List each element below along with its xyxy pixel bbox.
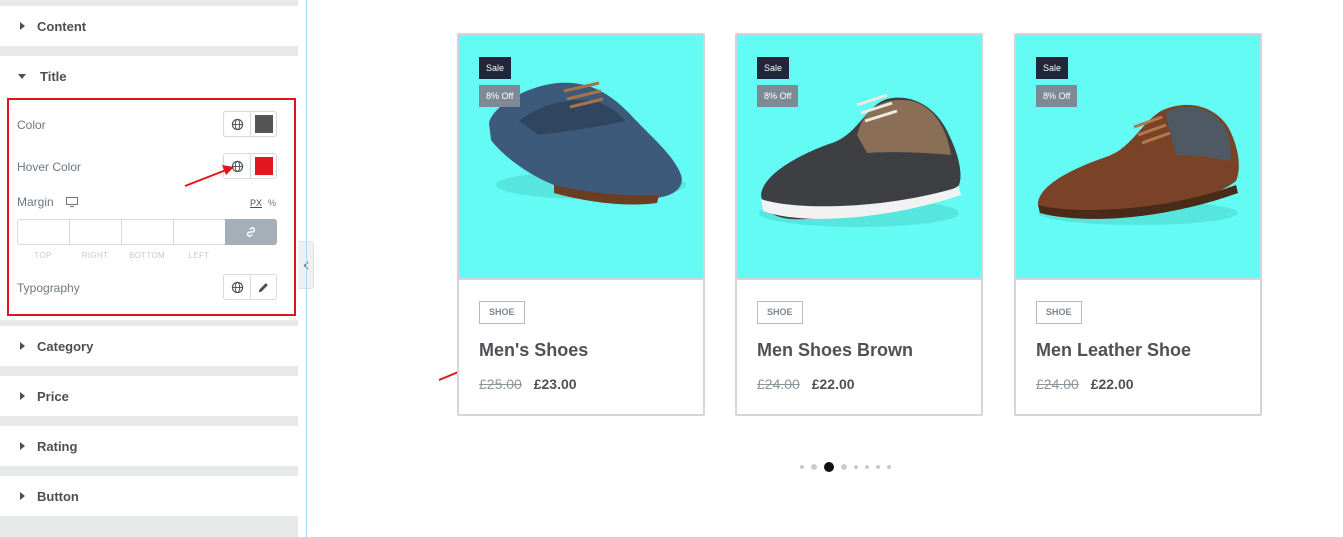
product-card[interactable]: Sale 8% Off SHOE Men Shoes Brown £24.00 … [735, 33, 983, 416]
old-price: £24.00 [757, 376, 800, 392]
product-title[interactable]: Men Shoes Brown [757, 340, 913, 361]
old-price: £25.00 [479, 376, 522, 392]
caret-right-icon [20, 392, 25, 400]
discount-badge: 8% Off [757, 85, 799, 107]
price-row: £25.00 £23.00 [479, 376, 577, 392]
carousel-dot[interactable] [811, 464, 817, 470]
section-label: Button [37, 488, 79, 504]
dim-label-right: RIGHT [81, 251, 109, 260]
hover-color-picker[interactable] [250, 154, 276, 178]
product-title[interactable]: Men's Shoes [479, 340, 588, 361]
color-swatch [254, 115, 273, 133]
current-price: £22.00 [811, 376, 855, 392]
pencil-icon [258, 282, 268, 292]
margin-left-input[interactable] [173, 219, 225, 245]
typography-control [223, 274, 277, 300]
caret-right-icon [20, 342, 25, 350]
carousel-dot[interactable] [854, 465, 858, 469]
desktop-icon[interactable] [66, 197, 78, 207]
sale-badge: Sale [479, 57, 512, 79]
caret-right-icon [20, 442, 25, 450]
page: Content Title Color Hover Color Margin P… [0, 0, 1343, 537]
section-category[interactable]: Category [0, 326, 298, 366]
carousel-dot-active[interactable] [824, 462, 834, 472]
carousel-dot[interactable] [865, 465, 869, 469]
color-control [223, 111, 277, 137]
category-tag[interactable]: SHOE [479, 301, 525, 324]
carousel-pagination [800, 460, 898, 474]
section-label: Category [37, 338, 94, 354]
unit-percent[interactable]: % [268, 198, 276, 208]
product-card[interactable]: Sale 8% Off SHOE Men's Shoes £25.00 £23.… [457, 33, 705, 416]
globe-icon [231, 118, 243, 130]
category-tag[interactable]: SHOE [1036, 301, 1082, 324]
current-price: £22.00 [1090, 376, 1134, 392]
link-values-button[interactable] [225, 219, 277, 245]
editor-panel: Content Title Color Hover Color Margin P… [0, 0, 298, 537]
hover-color-swatch [254, 157, 273, 175]
globe-icon [231, 281, 243, 293]
carousel-dot[interactable] [876, 465, 880, 469]
carousel-dot[interactable] [800, 465, 804, 469]
category-tag[interactable]: SHOE [757, 301, 803, 324]
product-image[interactable]: Sale 8% Off [737, 35, 981, 280]
title-controls: Color Hover Color Margin PX % TOP RIGHT … [0, 96, 298, 320]
margin-right-input[interactable] [69, 219, 121, 245]
global-typography-button[interactable] [224, 275, 250, 299]
typography-label: Typography [17, 281, 80, 295]
price-row: £24.00 £22.00 [757, 376, 855, 392]
section-content[interactable]: Content [0, 6, 298, 46]
sale-badge: Sale [757, 57, 790, 79]
carousel-dot[interactable] [841, 464, 847, 470]
canvas-divider [306, 0, 307, 537]
dim-label-top: TOP [34, 251, 52, 260]
caret-down-icon [18, 73, 26, 79]
margin-label: Margin [17, 195, 54, 209]
section-title[interactable]: Title [0, 56, 298, 96]
discount-badge: 8% Off [479, 85, 521, 107]
old-price: £24.00 [1036, 376, 1079, 392]
sale-badge: Sale [1036, 57, 1069, 79]
color-label: Color [17, 118, 46, 132]
product-image[interactable]: Sale 8% Off [1016, 35, 1260, 280]
global-color-button[interactable] [224, 112, 250, 136]
margin-inputs [17, 219, 277, 245]
margin-top-input[interactable] [17, 219, 69, 245]
price-row: £24.00 £22.00 [1036, 376, 1134, 392]
link-icon [246, 227, 256, 237]
hover-color-label: Hover Color [17, 160, 82, 174]
section-label: Rating [37, 438, 78, 454]
product-card[interactable]: Sale 8% Off SHOE Men Leather Shoe £24.00… [1014, 33, 1262, 416]
current-price: £23.00 [533, 376, 577, 392]
section-label: Content [37, 18, 87, 34]
discount-badge: 8% Off [1036, 85, 1078, 107]
caret-right-icon [20, 22, 25, 30]
product-title[interactable]: Men Leather Shoe [1036, 340, 1191, 361]
caret-right-icon [20, 492, 25, 500]
product-image[interactable]: Sale 8% Off [459, 35, 703, 280]
section-price[interactable]: Price [0, 376, 298, 416]
margin-bottom-input[interactable] [121, 219, 173, 245]
section-button[interactable]: Button [0, 476, 298, 516]
dim-label-left: LEFT [188, 251, 210, 260]
section-label: Title [40, 68, 67, 84]
section-label: Price [37, 388, 69, 404]
carousel-dot[interactable] [887, 465, 891, 469]
color-picker[interactable] [250, 112, 276, 136]
dim-label-bottom: BOTTOM [129, 251, 165, 260]
unit-px[interactable]: PX [250, 198, 262, 208]
section-rating[interactable]: Rating [0, 426, 298, 466]
edit-typography-button[interactable] [250, 275, 276, 299]
annotation-arrow [184, 165, 234, 187]
